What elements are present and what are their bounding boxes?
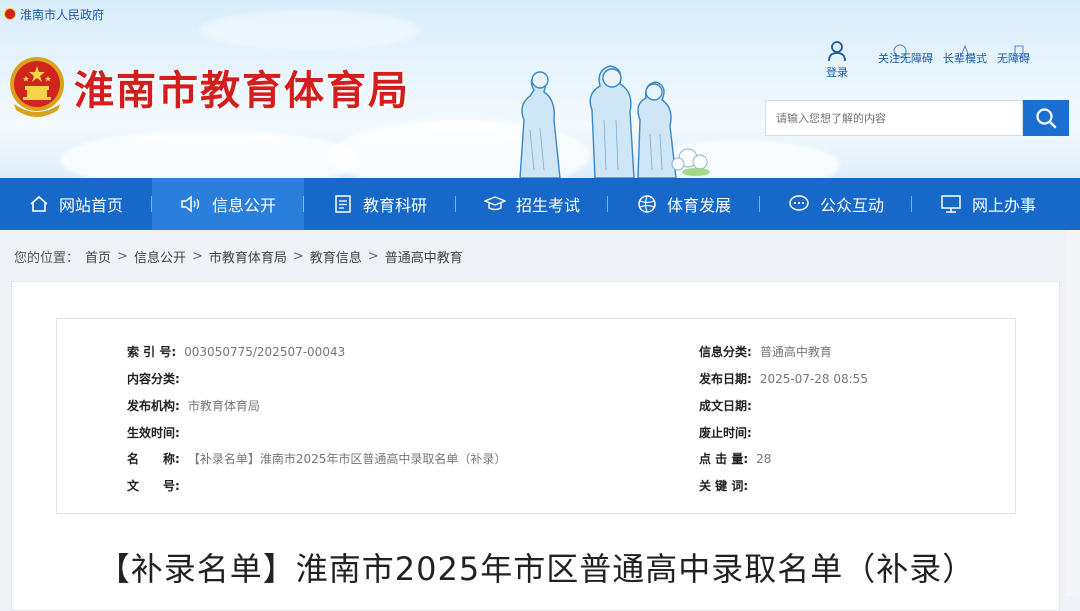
home-icon [30,195,48,212]
ball-icon [638,195,656,213]
meta-value: 2025-07-28 08:55 [759,372,868,386]
breadcrumb-separator: > [367,249,379,264]
accessibility-link[interactable]: 关注无障碍 [878,44,933,66]
search-box [765,100,1069,136]
meta-key: 信息分类: [699,345,752,359]
document-icon [335,195,351,213]
meta-index-number: 索 引 号: 003050775/202507-00043 [127,343,345,360]
meta-value: 【补录名单】淮南市2025年市区普通高中录取名单（补录） [187,452,507,466]
nav-item-label: 体育发展 [666,196,731,215]
site-title: 淮南市教育体育局 [74,68,410,114]
meta-expiry-date: 废止时间: [699,424,760,441]
meta-info-category: 信息分类: 普通高中教育 [699,343,832,360]
nav-item-interaction[interactable]: 公众互动 [760,178,912,230]
meta-key: 成文日期: [699,399,752,413]
meta-key: 名 称: [127,452,180,466]
meta-publisher: 发布机构: 市教育体育局 [127,397,260,414]
barrier-free-icon [1014,45,1024,57]
search-button[interactable] [1023,100,1069,136]
meta-keywords: 关 键 词: [699,477,756,494]
meta-value: 普通高中教育 [759,345,832,359]
meta-click-count: 点 击 量: 28 [699,450,771,467]
nav-item-online-services[interactable]: 网上办事 [912,178,1064,230]
meta-key: 生效时间: [127,426,180,440]
meta-value: 市教育体育局 [187,399,260,413]
nav-item-label: 网站首页 [58,196,123,215]
breadcrumb-education-info[interactable]: 教育信息 [310,247,362,266]
search-input[interactable] [765,100,1023,136]
breadcrumb-separator: > [191,249,203,264]
emblem-mini-icon [4,8,16,20]
article-title: 【补录名单】淮南市2025年市区普通高中录取名单（补录） [97,550,976,588]
elder-mode-link[interactable]: 长辈模式 [943,44,987,66]
breadcrumb-separator: > [117,249,128,264]
meta-key: 关 键 词: [699,479,749,493]
meta-name: 名 称: 【补录名单】淮南市2025年市区普通高中录取名单（补录） [127,450,506,467]
national-emblem-icon [10,57,64,117]
nav-item-exams[interactable]: 招生考试 [456,178,608,230]
meta-key: 索 引 号: [127,345,177,359]
login-button[interactable]: 登录 [820,40,854,80]
gov-link[interactable]: 淮南市人民政府 [0,4,104,24]
elder-mode-icon [960,44,970,57]
breadcrumb-bureau[interactable]: 市教育体育局 [209,247,287,266]
user-icon [828,41,846,62]
metadata-box: 索 引 号: 003050775/202507-00043 内容分类: 发布机构:… [56,318,1016,514]
login-label: 登录 [826,66,848,79]
speaker-icon [181,195,200,213]
meta-key: 发布机构: [127,399,180,413]
meta-effective-date: 生效时间: [127,424,188,441]
meta-key: 内容分类: [127,372,180,386]
breadcrumb: 您的位置： 首页 > 信息公开 > 市教育体育局 > 教育信息 > 普通高中教育 [14,247,463,266]
sages-illustration [519,65,710,178]
main-nav: 网站首页 信息公开 教育科研 招生考试 体育发展 公众互动 网上办事 [0,178,1080,230]
breadcrumb-high-school[interactable]: 普通高中教育 [385,247,463,266]
barrier-free-link[interactable]: 无障碍 [997,45,1030,66]
nav-item-label: 教育科研 [362,196,427,215]
nav-item-research[interactable]: 教育科研 [304,178,456,230]
main-content: 索 引 号: 003050775/202507-00043 内容分类: 发布机构:… [11,281,1060,611]
meta-key: 废止时间: [699,426,752,440]
nav-item-label: 网上办事 [971,196,1036,215]
graduation-cap-icon [483,196,506,211]
breadcrumb-separator: > [292,249,304,264]
breadcrumb-info-disclosure[interactable]: 信息公开 [134,247,186,266]
breadcrumb-home[interactable]: 首页 [85,247,111,266]
meta-content-category: 内容分类: [127,370,188,387]
nav-item-sports[interactable]: 体育发展 [608,178,760,230]
meta-key: 点 击 量: [699,452,749,466]
accessibility-icon [893,44,907,58]
nav-item-info-disclosure[interactable]: 信息公开 [152,178,304,230]
meta-document-number: 文 号: [127,477,188,494]
meta-value: 003050775/202507-00043 [184,345,346,359]
nav-item-label: 招生考试 [515,196,580,215]
chat-icon [789,195,809,211]
breadcrumb-prefix: 您的位置： [14,251,80,266]
meta-value: 28 [756,452,772,466]
page-edge [1066,230,1080,596]
meta-written-date: 成文日期: [699,397,760,414]
nav-item-home[interactable]: 网站首页 [0,178,152,230]
header-banner: 淮南市人民政府 淮南市教育体育局 登录 关注无障碍 长辈模式 无障碍 请输入您想… [0,0,1080,178]
meta-key: 文 号: [127,479,180,493]
monitor-icon [941,195,961,213]
meta-key: 发布日期: [699,372,752,386]
meta-publish-date: 发布日期: 2025-07-28 08:55 [699,370,868,387]
gov-link-label: 淮南市人民政府 [20,7,105,22]
nav-item-label: 信息公开 [211,196,276,215]
search-icon [1036,108,1057,129]
nav-item-label: 公众互动 [819,196,884,215]
